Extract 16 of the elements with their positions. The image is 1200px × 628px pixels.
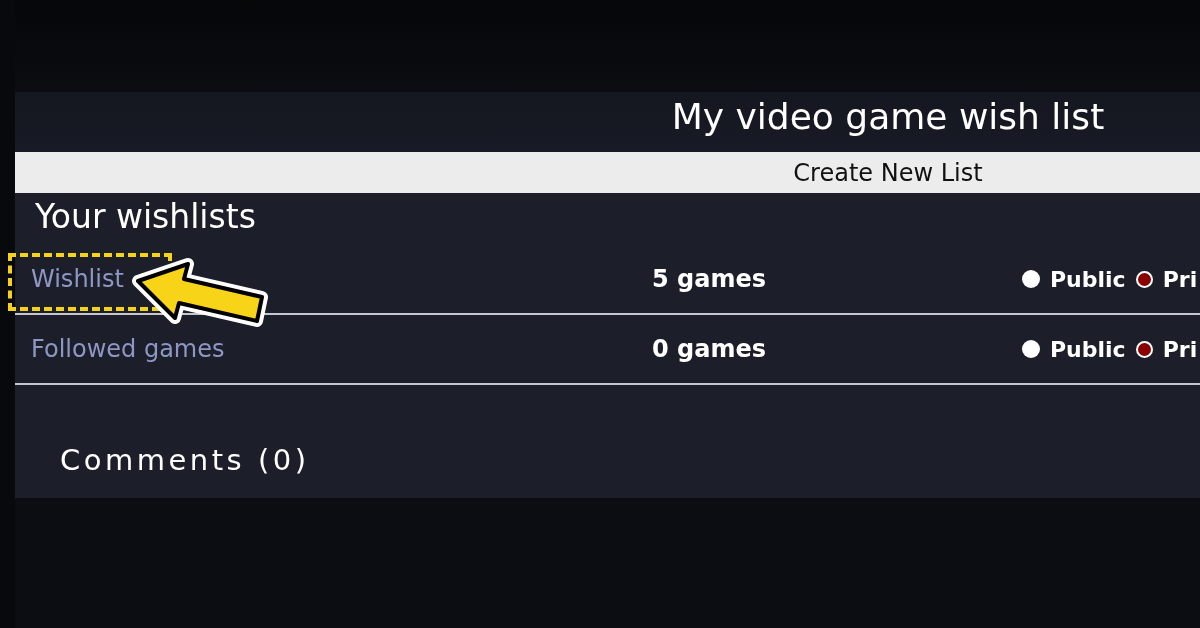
radio-label: Public <box>1050 336 1126 362</box>
wishlist-link[interactable]: Followed games <box>31 335 225 363</box>
radio-button[interactable] <box>1022 270 1040 288</box>
radio-button[interactable] <box>1135 340 1153 358</box>
game-count: 0 games <box>652 335 766 363</box>
radio-button[interactable] <box>1022 340 1040 358</box>
radio-label: Pri <box>1162 336 1198 362</box>
radio-label: Public <box>1050 266 1126 292</box>
game-count: 5 games <box>652 265 766 293</box>
wishlist-link[interactable]: Wishlist <box>31 265 124 293</box>
create-list-button[interactable]: Create New List <box>15 152 1200 193</box>
comments-heading: Comments (0) <box>60 443 310 477</box>
section-heading: Your wishlists <box>35 196 256 236</box>
page-title: My video game wish list <box>671 95 1105 137</box>
radio-button[interactable] <box>1135 270 1153 288</box>
radio-label: Pri <box>1162 266 1198 292</box>
